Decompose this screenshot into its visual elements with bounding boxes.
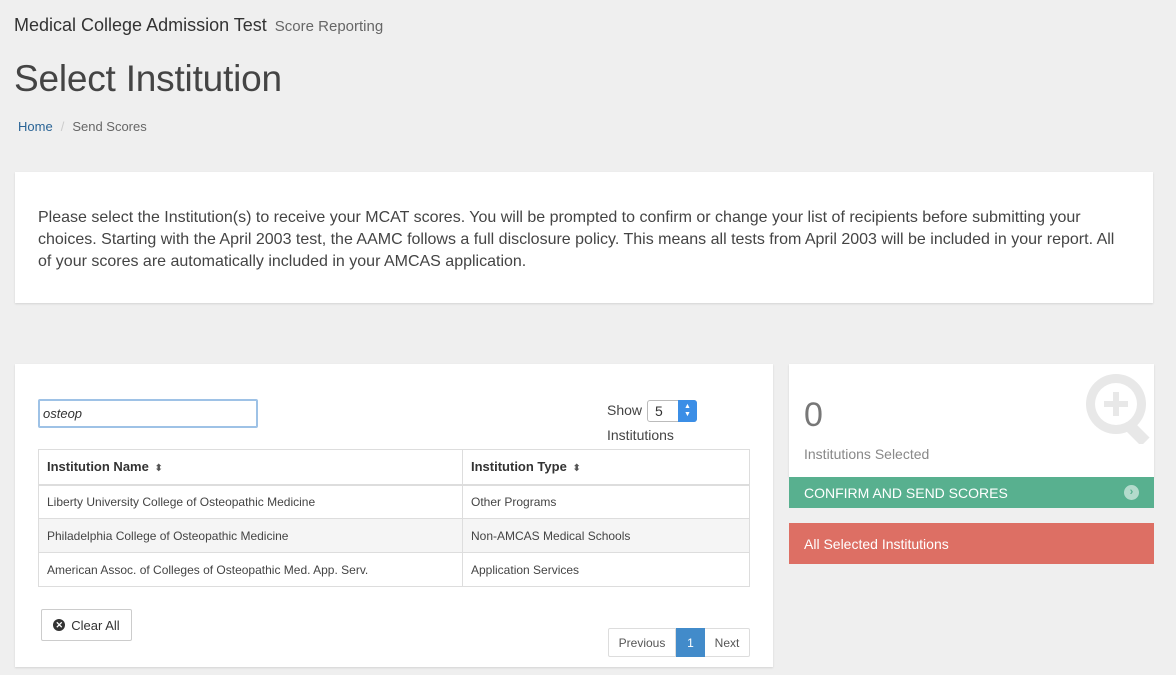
institution-type-cell: Non-AMCAS Medical Schools [462, 518, 750, 553]
table-row[interactable]: American Assoc. of Colleges of Osteopath… [38, 552, 750, 587]
search-input[interactable] [38, 399, 258, 428]
institution-table: Institution Name ⬍ Institution Type ⬍ Li… [38, 449, 750, 587]
breadcrumb-home-link[interactable]: Home [18, 119, 53, 134]
column-header-institution-name[interactable]: Institution Name ⬍ [38, 449, 463, 486]
breadcrumb-current: Send Scores [72, 119, 147, 134]
show-count-value: 5 [655, 403, 663, 419]
stepper-arrows-icon: ▲ ▼ [678, 400, 697, 422]
app-title: Medical College Admission Test Score Repo… [14, 15, 383, 36]
selected-count-label: Institutions Selected [804, 446, 930, 462]
table-row[interactable]: Liberty University College of Osteopathi… [38, 484, 750, 519]
institution-name-cell: Philadelphia College of Osteopathic Medi… [38, 518, 463, 553]
next-page-button[interactable]: Next [705, 628, 750, 657]
app-subtitle: Score Reporting [274, 18, 384, 35]
intro-panel: Please select the Institution(s) to rece… [15, 172, 1153, 303]
zoom-in-icon [1086, 374, 1150, 444]
table-header-row: Institution Name ⬍ Institution Type ⬍ [38, 449, 750, 486]
confirm-send-scores-button[interactable]: CONFIRM AND SEND SCORES › [789, 477, 1154, 508]
show-count-select[interactable]: 5 ▲ ▼ [647, 400, 697, 422]
previous-page-button[interactable]: Previous [608, 628, 676, 657]
intro-text: Please select the Institution(s) to rece… [38, 209, 1115, 270]
show-label: Show [607, 402, 643, 418]
selection-summary-panel: 0 Institutions Selected [789, 364, 1154, 477]
close-circle-icon: ✕ [53, 619, 66, 631]
all-selected-institutions-button[interactable]: All Selected Institutions [789, 523, 1154, 564]
page-title: Select Institution [14, 58, 282, 99]
institution-name-cell: American Assoc. of Colleges of Osteopath… [38, 552, 463, 587]
column-header-institution-type[interactable]: Institution Type ⬍ [462, 449, 750, 486]
show-suffix-label: Institutions [607, 427, 674, 443]
sort-icon: ⬍ [154, 463, 163, 475]
app-title-text: Medical College Admission Test [14, 15, 267, 35]
column-header-label: Institution Name [47, 459, 149, 475]
search-panel: Show 5 ▲▼ Institutions Institution Name … [15, 364, 773, 667]
breadcrumb-separator: / [60, 119, 65, 134]
table-row[interactable]: Philadelphia College of Osteopathic Medi… [38, 518, 750, 553]
confirm-send-scores-label: CONFIRM AND SEND SCORES [804, 484, 1008, 501]
sort-icon: ⬍ [572, 463, 581, 475]
column-header-label: Institution Type [471, 459, 567, 475]
institution-type-cell: Application Services [462, 552, 750, 587]
all-selected-institutions-label: All Selected Institutions [804, 535, 949, 552]
breadcrumb: Home / Send Scores [18, 119, 147, 134]
institution-type-cell: Other Programs [462, 484, 750, 519]
arrow-circle-right-icon: › [1124, 485, 1139, 500]
clear-all-button[interactable]: ✕ Clear All [41, 609, 132, 641]
clear-all-label: Clear All [71, 617, 120, 633]
page-1-button[interactable]: 1 [676, 628, 705, 657]
institution-name-cell: Liberty University College of Osteopathi… [38, 484, 463, 519]
selected-count: 0 [804, 396, 823, 434]
pagination: Previous 1 Next [608, 628, 750, 657]
